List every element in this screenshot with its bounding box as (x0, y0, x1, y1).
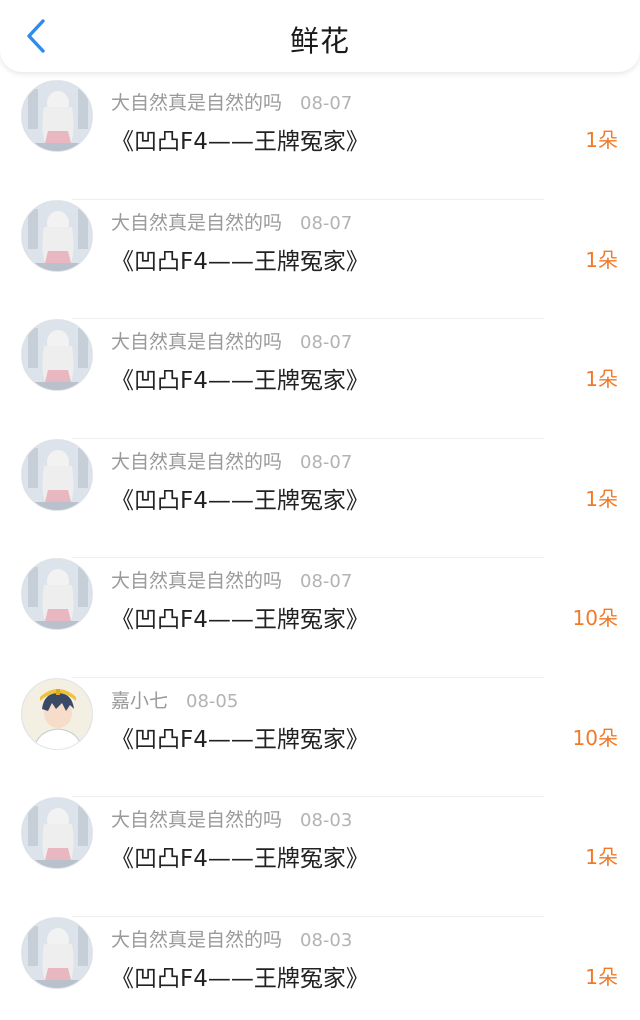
flower-count: 1朵 (585, 964, 618, 989)
list-item[interactable]: 大自然真是自然的吗 08-07 《凹凸F4——王牌冤家》 10朵 (0, 558, 640, 678)
girl-white-hair-avatar-icon (22, 81, 92, 151)
list-item[interactable]: 嘉小七 08-05 《凹凸F4——王牌冤家》 10朵 (0, 677, 640, 797)
user-avatar[interactable] (21, 677, 93, 750)
date-label: 08-07 (300, 451, 353, 473)
username[interactable]: 大自然真是自然的吗 08-07 (111, 447, 352, 474)
comic-title[interactable]: 《凹凸F4——王牌冤家》 (111, 242, 369, 276)
list-item[interactable]: 大自然真是自然的吗 08-03 《凹凸F4——王牌冤家》 1朵 (0, 916, 640, 1020)
comic-title[interactable]: 《凹凸F4——王牌冤家》 (111, 720, 369, 754)
date-label: 08-05 (186, 690, 239, 712)
girl-white-hair-avatar-icon (22, 439, 92, 510)
girl-white-hair-avatar-icon (22, 320, 92, 390)
date-label: 08-03 (300, 810, 353, 831)
username[interactable]: 大自然真是自然的吗 08-03 (111, 925, 352, 952)
comic-title[interactable]: 《凹凸F4——王牌冤家》 (111, 600, 369, 634)
girl-white-hair-avatar-icon (22, 559, 92, 629)
list-item[interactable]: 大自然真是自然的吗 08-07 《凹凸F4——王牌冤家》 1朵 (0, 80, 640, 200)
list-item[interactable]: 大自然真是自然的吗 08-03 《凹凸F4——王牌冤家》 1朵 (0, 797, 640, 917)
comic-title[interactable]: 《凹凸F4——王牌冤家》 (111, 959, 369, 993)
flower-count: 1朵 (585, 247, 618, 272)
comic-title[interactable]: 《凹凸F4——王牌冤家》 (111, 361, 369, 395)
date-label: 08-03 (300, 929, 353, 951)
page-title: 鲜花 (289, 24, 350, 58)
comic-title[interactable]: 《凹凸F4——王牌冤家》 (111, 122, 369, 156)
list-item[interactable]: 大自然真是自然的吗 08-07 《凹凸F4——王牌冤家》 1朵 (0, 199, 640, 319)
username[interactable]: 大自然真是自然的吗 08-03 (111, 805, 352, 832)
comic-title[interactable]: 《凹凸F4——王牌冤家》 (111, 839, 369, 873)
date-label: 08-07 (300, 332, 353, 353)
flower-count: 10朵 (572, 725, 618, 750)
user-avatar[interactable] (21, 438, 93, 511)
flower-records-screen: 鲜花 大自然真是自然的吗 08-07 《凹凸F4——王牌冤家》 1朵 大自然真是… (0, 0, 640, 1020)
comic-title[interactable]: 《凹凸F4——王牌冤家》 (111, 481, 369, 515)
username[interactable]: 大自然真是自然的吗 08-07 (111, 88, 352, 115)
user-avatar[interactable] (21, 199, 93, 272)
date-label: 08-07 (300, 93, 353, 114)
user-avatar[interactable] (21, 916, 93, 989)
user-avatar[interactable] (21, 319, 93, 391)
username[interactable]: 大自然真是自然的吗 08-07 (111, 566, 352, 593)
flower-count: 1朵 (585, 367, 618, 391)
flower-count: 1朵 (585, 845, 618, 869)
list-item[interactable]: 大自然真是自然的吗 08-07 《凹凸F4——王牌冤家》 1朵 (0, 319, 640, 439)
top-bar: 鲜花 (0, 0, 640, 72)
girl-white-hair-avatar-icon (22, 200, 92, 271)
flower-record-list: 大自然真是自然的吗08-07 《凹凸F4——王牌冤家》 1朵 大自然真是自然的 (0, 80, 640, 1020)
username[interactable]: 大自然真是自然的吗 08-07 (111, 208, 352, 235)
girl-white-hair-avatar-icon (22, 798, 92, 868)
username[interactable]: 大自然真是自然的吗 08-07 (111, 327, 352, 354)
list-item[interactable]: 大自然真是自然的吗 08-07 《凹凸F4——王牌冤家》 1朵 (0, 438, 640, 558)
user-avatar[interactable] (21, 80, 93, 152)
username[interactable]: 嘉小七 08-05 (111, 686, 238, 713)
date-label: 08-07 (300, 212, 353, 234)
flower-count: 1朵 (585, 486, 618, 511)
anime-boy-avatar-icon (22, 678, 92, 749)
user-avatar[interactable] (21, 797, 93, 869)
girl-white-hair-avatar-icon (22, 917, 92, 988)
user-avatar[interactable] (21, 558, 93, 630)
flower-count: 10朵 (572, 606, 618, 630)
date-label: 08-07 (300, 571, 353, 592)
flower-count: 1朵 (585, 128, 618, 152)
